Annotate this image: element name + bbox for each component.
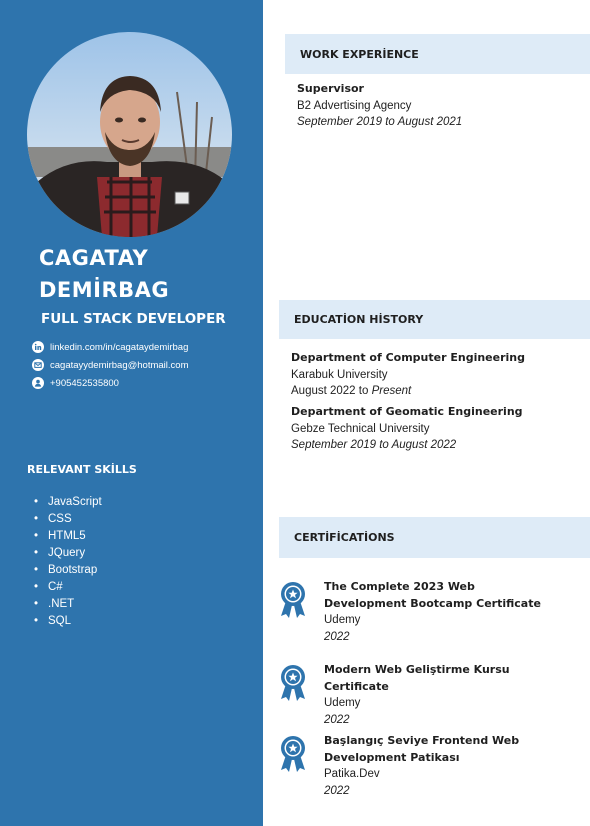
education-dates: August 2022 to Present	[291, 383, 525, 400]
certification-year: 2022	[324, 713, 350, 726]
certification-details: Başlangıç Seviye Frontend Web Developmen…	[324, 733, 519, 799]
work-role: Supervisor	[297, 82, 364, 95]
certification-title-line1: Başlangıç Seviye Frontend Web	[324, 734, 520, 747]
education-end: Present	[371, 385, 412, 397]
skill-item: SQL	[34, 613, 102, 630]
last-name: DEMİRBAG	[39, 278, 170, 302]
contact-list: linkedin.com/in/cagataydemirbag cagatayy…	[32, 338, 188, 392]
skill-item: HTML5	[34, 528, 102, 545]
skill-item: JavaScript	[34, 494, 102, 511]
profile-photo	[27, 32, 232, 237]
skill-item: Bootstrap	[34, 562, 102, 579]
skills-heading: RELEVANT SKİLLS	[27, 463, 137, 476]
skill-item: CSS	[34, 511, 102, 528]
work-entry: Supervisor B2 Advertising Agency Septemb…	[297, 81, 462, 131]
job-title: FULL STACK DEVELOPER	[41, 311, 226, 327]
education-school: Karabuk University	[291, 368, 388, 381]
certification-title-line1: Modern Web Geliştirme Kursu	[324, 663, 510, 676]
certifications-heading: CERTİFİCATİONS	[279, 517, 590, 558]
work-company: B2 Advertising Agency	[297, 99, 412, 112]
sidebar: CAGATAY DEMİRBAG FULL STACK DEVELOPER li…	[0, 0, 263, 826]
education-entry: Department of Computer Engineering Karab…	[291, 350, 525, 400]
certification-year: 2022	[324, 630, 350, 643]
award-ribbon-icon	[281, 582, 305, 618]
certification-issuer: Udemy	[324, 614, 361, 626]
full-name: CAGATAY DEMİRBAG	[39, 242, 169, 306]
education-degree: Department of Geomatic Engineering	[291, 405, 523, 418]
email-icon	[32, 359, 44, 371]
work-experience-heading: WORK EXPERİENCE	[285, 34, 590, 74]
education-start: August 2022	[291, 385, 356, 397]
skill-item: C#	[34, 579, 102, 596]
linkedin-text: linkedin.com/in/cagataydemirbag	[50, 341, 189, 353]
first-name: CAGATAY	[39, 246, 149, 270]
contact-email[interactable]: cagatayydemirbag@hotmail.com	[32, 356, 188, 374]
phone-text: +905452535800	[50, 377, 119, 389]
work-dates: September 2019 to August 2021	[297, 116, 463, 128]
education-heading: EDUCATİON HİSTORY	[279, 300, 590, 339]
education-degree: Department of Computer Engineering	[291, 351, 525, 364]
contact-phone[interactable]: +905452535800	[32, 374, 188, 392]
award-ribbon-icon	[281, 665, 305, 701]
education-school: Gebze Technical University	[291, 422, 430, 435]
linkedin-icon	[32, 341, 44, 353]
education-date-separator: to	[355, 385, 372, 397]
skill-item: JQuery	[34, 545, 102, 562]
certification-title-line2: Development Patikası	[324, 750, 460, 764]
portrait-image	[27, 32, 232, 237]
email-text: cagatayydemirbag@hotmail.com	[50, 359, 189, 371]
skill-item: .NET	[34, 596, 102, 613]
certification-title-line1: The Complete 2023 Web	[324, 580, 475, 593]
certification-year: 2022	[324, 784, 350, 797]
certification-title-line2: Development Bootcamp Certificate	[324, 596, 541, 610]
phone-icon	[32, 377, 44, 389]
education-entry: Department of Geomatic Engineering Gebze…	[291, 404, 523, 454]
certification-details: Modern Web Geliştirme Kursu Certificate …	[324, 662, 510, 728]
contact-linkedin[interactable]: linkedin.com/in/cagataydemirbag	[32, 338, 188, 356]
certification-issuer: Udemy	[324, 697, 361, 709]
skills-list: JavaScript CSS HTML5 JQuery Bootstrap C#…	[34, 494, 102, 630]
award-ribbon-icon	[281, 736, 305, 772]
certification-details: The Complete 2023 Web Development Bootca…	[324, 579, 541, 645]
certification-issuer: Patika.Dev	[324, 768, 380, 780]
certification-title-line2: Certificate	[324, 679, 389, 693]
education-dates: September 2019 to August 2022	[291, 439, 457, 451]
